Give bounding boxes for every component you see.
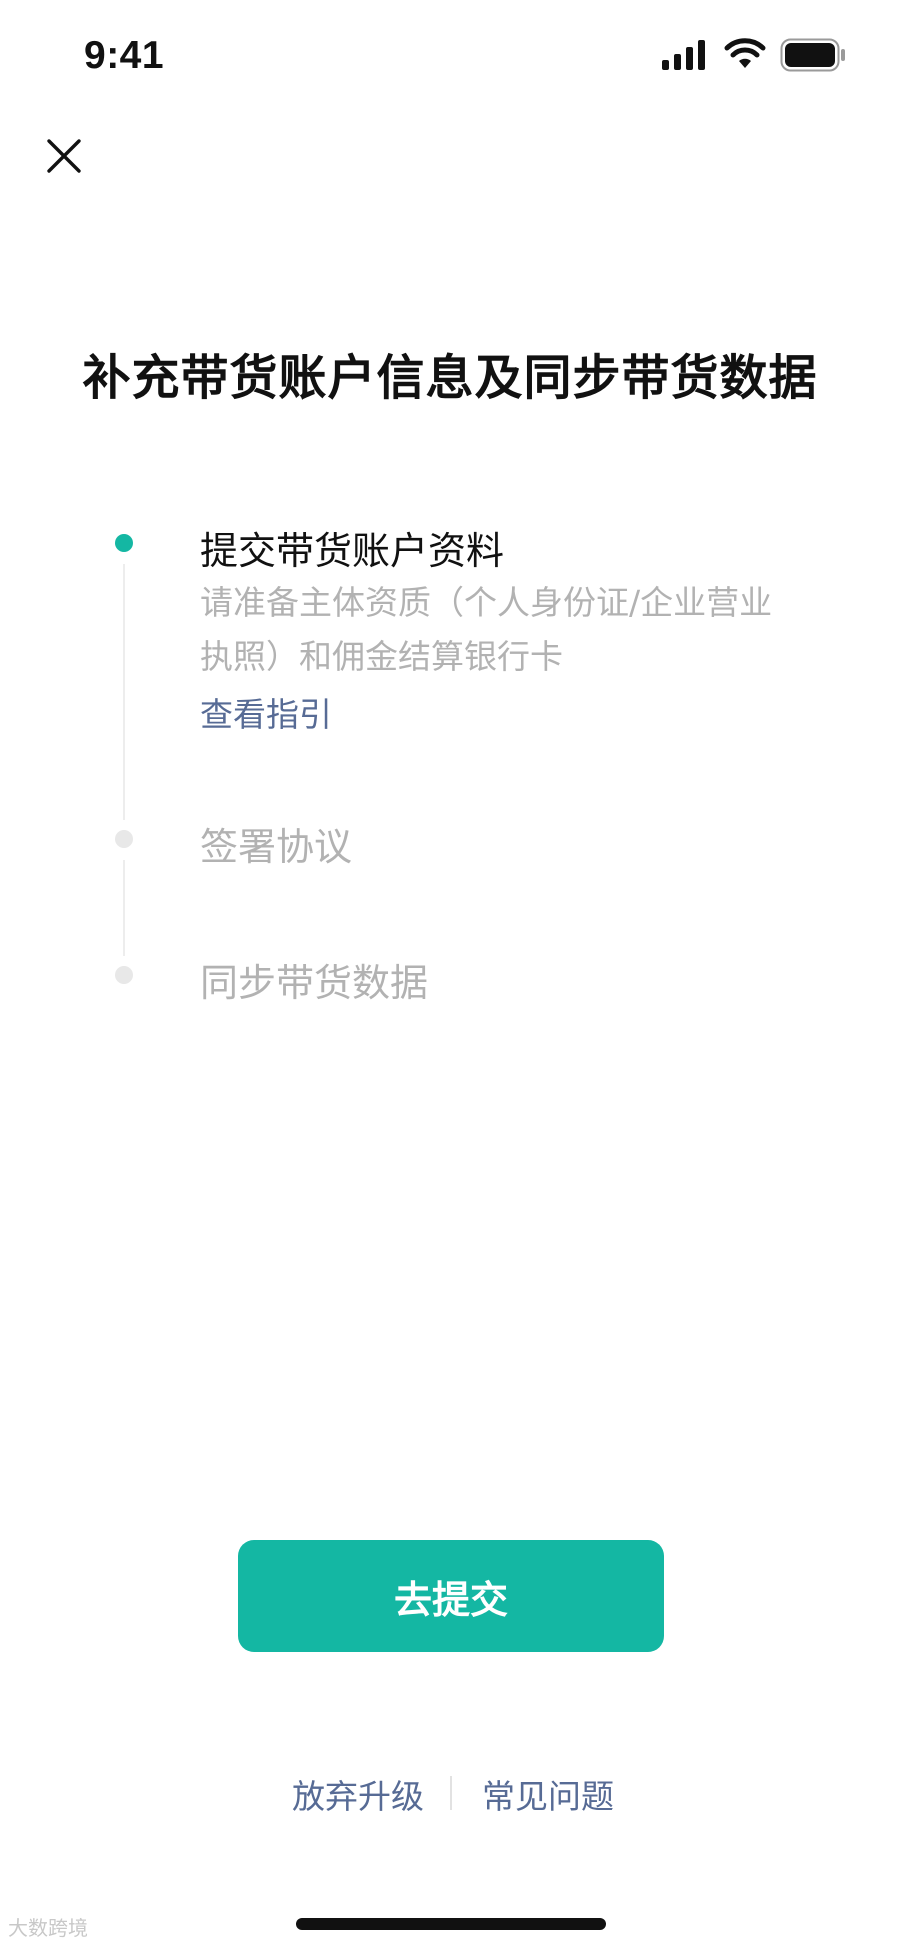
step-3-indicator (115, 966, 133, 984)
close-icon[interactable] (40, 132, 88, 180)
step-1-description: 请准备主体资质（个人身份证/企业营业执照）和佣金结算银行卡 (200, 583, 773, 676)
footer-links: 放弃升级 常见问题 (0, 1770, 900, 1820)
status-time: 9:41 (84, 34, 165, 77)
step-1-indicator (115, 534, 133, 552)
footer-divider (450, 1776, 452, 1810)
faq-link[interactable]: 常见问题 (482, 1770, 614, 1818)
step-1-title: 提交带货账户资料 (200, 529, 505, 573)
step-3-title: 同步带货数据 (200, 961, 429, 1005)
signal-icon (662, 40, 705, 70)
watermark: 大数跨境 (8, 1916, 88, 1940)
page-title: 补充带货账户信息及同步带货数据 (82, 350, 818, 406)
abandon-upgrade-link[interactable]: 放弃升级 (292, 1770, 424, 1818)
battery-icon (780, 38, 845, 72)
step-connector-1 (123, 564, 125, 820)
home-indicator[interactable] (296, 1918, 606, 1930)
step-2-title: 签署协议 (200, 825, 353, 869)
wifi-icon (724, 38, 766, 68)
screen: 9:41 补充带货账户信息及同步带货数据 提交带货账户资料 请准备主体资质（个人… (0, 0, 900, 1948)
step-2-indicator (115, 830, 133, 848)
status-bar: 9:41 (0, 0, 900, 110)
step-connector-2 (123, 860, 125, 956)
submit-button[interactable]: 去提交 (238, 1540, 664, 1652)
view-guide-link[interactable]: 查看指引 (200, 688, 332, 736)
